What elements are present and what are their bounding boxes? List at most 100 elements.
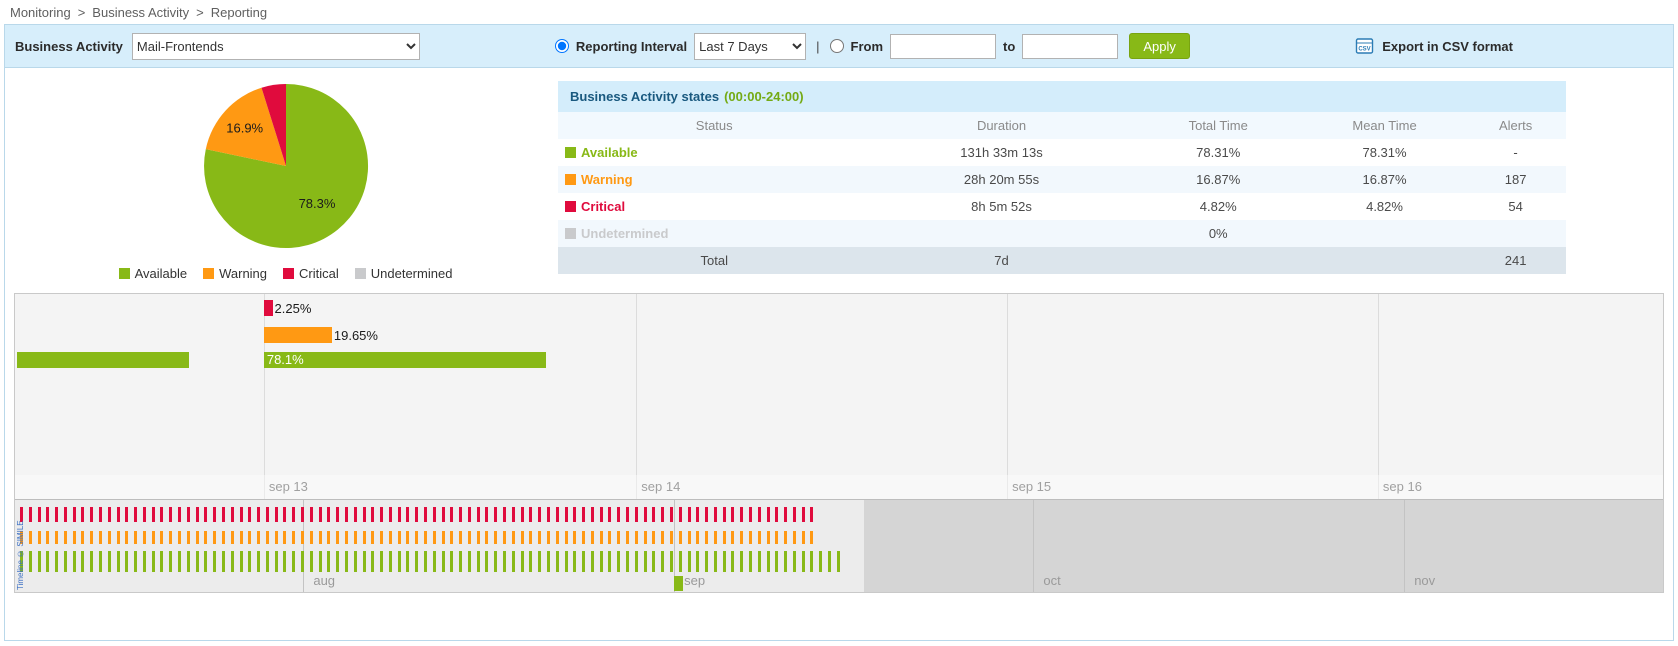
timeline-bar-available[interactable]: 78.1% [264, 352, 547, 368]
total-duration: 7d [870, 247, 1132, 274]
overview-tick-available [433, 551, 436, 572]
overview-tick-warning [99, 531, 102, 544]
status-chip [565, 147, 576, 158]
overview-tick-critical [108, 507, 111, 522]
overview-tick-critical [222, 507, 225, 522]
status-label: Undetermined [581, 226, 668, 241]
csv-icon-text: CSV [1359, 46, 1371, 52]
to-label: to [1003, 39, 1015, 54]
legend-label: Warning [219, 266, 267, 281]
pie-slice-label: 78.3% [298, 196, 335, 211]
from-date-input[interactable] [890, 34, 996, 59]
alerts-cell: - [1465, 139, 1566, 166]
overview-tick-critical [644, 507, 647, 522]
business-activity-select[interactable]: Mail-Frontends [132, 33, 420, 60]
total-time-cell: 4.82% [1133, 193, 1304, 220]
overview-tick-critical [345, 507, 348, 522]
timeline-bar-available[interactable] [17, 352, 188, 368]
overview-tick-warning [793, 531, 796, 544]
overview-tick-warning [81, 531, 84, 544]
overview-tick-critical [204, 507, 207, 522]
status-label: Available [581, 145, 638, 160]
overview-tick-available [556, 551, 559, 572]
overview-tick-warning [652, 531, 655, 544]
overview-tick-critical [213, 507, 216, 522]
overview-tick-available [371, 551, 374, 572]
overview-tick-warning [644, 531, 647, 544]
overview-tick-warning [301, 531, 304, 544]
overview-tick-available [29, 551, 32, 572]
mean-time-cell: 16.87% [1304, 166, 1465, 193]
overview-tick-warning [213, 531, 216, 544]
timeline-bar-warning[interactable] [264, 327, 332, 343]
reporting-frame: Business Activity Mail-Frontends Reporti… [4, 24, 1674, 641]
overview-tick-available [468, 551, 471, 572]
overview-tick-available [73, 551, 76, 572]
overview-tick-critical [608, 507, 611, 522]
overview-tick-available [363, 551, 366, 572]
reporting-interval-select[interactable]: Last 7 Days [694, 33, 806, 60]
reporting-interval-label: Reporting Interval [576, 39, 687, 54]
status-row-undetermined: Undetermined0% [558, 220, 1566, 247]
status-label: Critical [581, 199, 625, 214]
overview-tick-available [213, 551, 216, 572]
breadcrumb-monitoring[interactable]: Monitoring [10, 5, 71, 20]
export-csv-button[interactable]: CSV Export in CSV format [1355, 38, 1513, 55]
to-date-input[interactable] [1022, 34, 1118, 59]
overview-tick-available [600, 551, 603, 572]
overview-tick-warning [398, 531, 401, 544]
timeline-bar-critical[interactable] [264, 300, 273, 316]
export-csv-label: Export in CSV format [1382, 39, 1513, 54]
timeline-overview-band[interactable]: augsepoctnovTimeline © SIMILE [15, 499, 1663, 592]
overview-tick-available [793, 551, 796, 572]
overview-tick-warning [319, 531, 322, 544]
toolbar-separator: | [816, 39, 819, 54]
day-label: sep 14 [636, 479, 680, 494]
overview-tick-warning [547, 531, 550, 544]
breadcrumb-reporting[interactable]: Reporting [211, 5, 267, 20]
overview-tick-critical [327, 507, 330, 522]
apply-button[interactable]: Apply [1129, 33, 1190, 59]
overview-tick-warning [670, 531, 673, 544]
overview-tick-available [582, 551, 585, 572]
overview-tick-critical [635, 507, 638, 522]
simile-watermark-link[interactable]: Timeline © SIMILE [15, 500, 28, 592]
overview-tick-warning [723, 531, 726, 544]
custom-range-radio[interactable] [830, 39, 844, 53]
legend-item-available: Available [119, 266, 188, 281]
legend-item-warning: Warning [203, 266, 267, 281]
overview-tick-critical [775, 507, 778, 522]
overview-tick-critical [512, 507, 515, 522]
overview-tick-critical [793, 507, 796, 522]
overview-tick-available [547, 551, 550, 572]
overview-tick-available [617, 551, 620, 572]
overview-tick-critical [459, 507, 462, 522]
overview-tick-available [784, 551, 787, 572]
breadcrumb-business-activity[interactable]: Business Activity [92, 5, 189, 20]
reporting-interval-radio[interactable] [555, 39, 569, 53]
overview-tick-available [810, 551, 813, 572]
pie-legend: AvailableWarningCriticalUndetermined [119, 266, 453, 281]
overview-tick-available [108, 551, 111, 572]
month-label: aug [308, 573, 335, 588]
timeline-main-band[interactable]: sep 13sep 14sep 15sep 162.25%19.65%78.1% [15, 294, 1663, 499]
overview-tick-warning [600, 531, 603, 544]
overview-tick-warning [196, 531, 199, 544]
column-header-duration: Duration [870, 112, 1132, 139]
overview-tick-available [775, 551, 778, 572]
overview-tick-critical [389, 507, 392, 522]
overview-tick-available [494, 551, 497, 572]
overview-tick-available [538, 551, 541, 572]
overview-tick-critical [477, 507, 480, 522]
overview-tick-available [521, 551, 524, 572]
day-label: sep 13 [264, 479, 308, 494]
overview-tick-warning [363, 531, 366, 544]
overview-tick-critical [661, 507, 664, 522]
column-header-status: Status [558, 112, 870, 139]
states-pie-chart: 78.3%16.9% [201, 81, 371, 251]
overview-tick-critical [99, 507, 102, 522]
content-row: 78.3%16.9% Available Warning Critical Undet… [5, 68, 1673, 289]
overview-tick-warning [450, 531, 453, 544]
overview-tick-warning [442, 531, 445, 544]
overview-tick-warning [749, 531, 752, 544]
